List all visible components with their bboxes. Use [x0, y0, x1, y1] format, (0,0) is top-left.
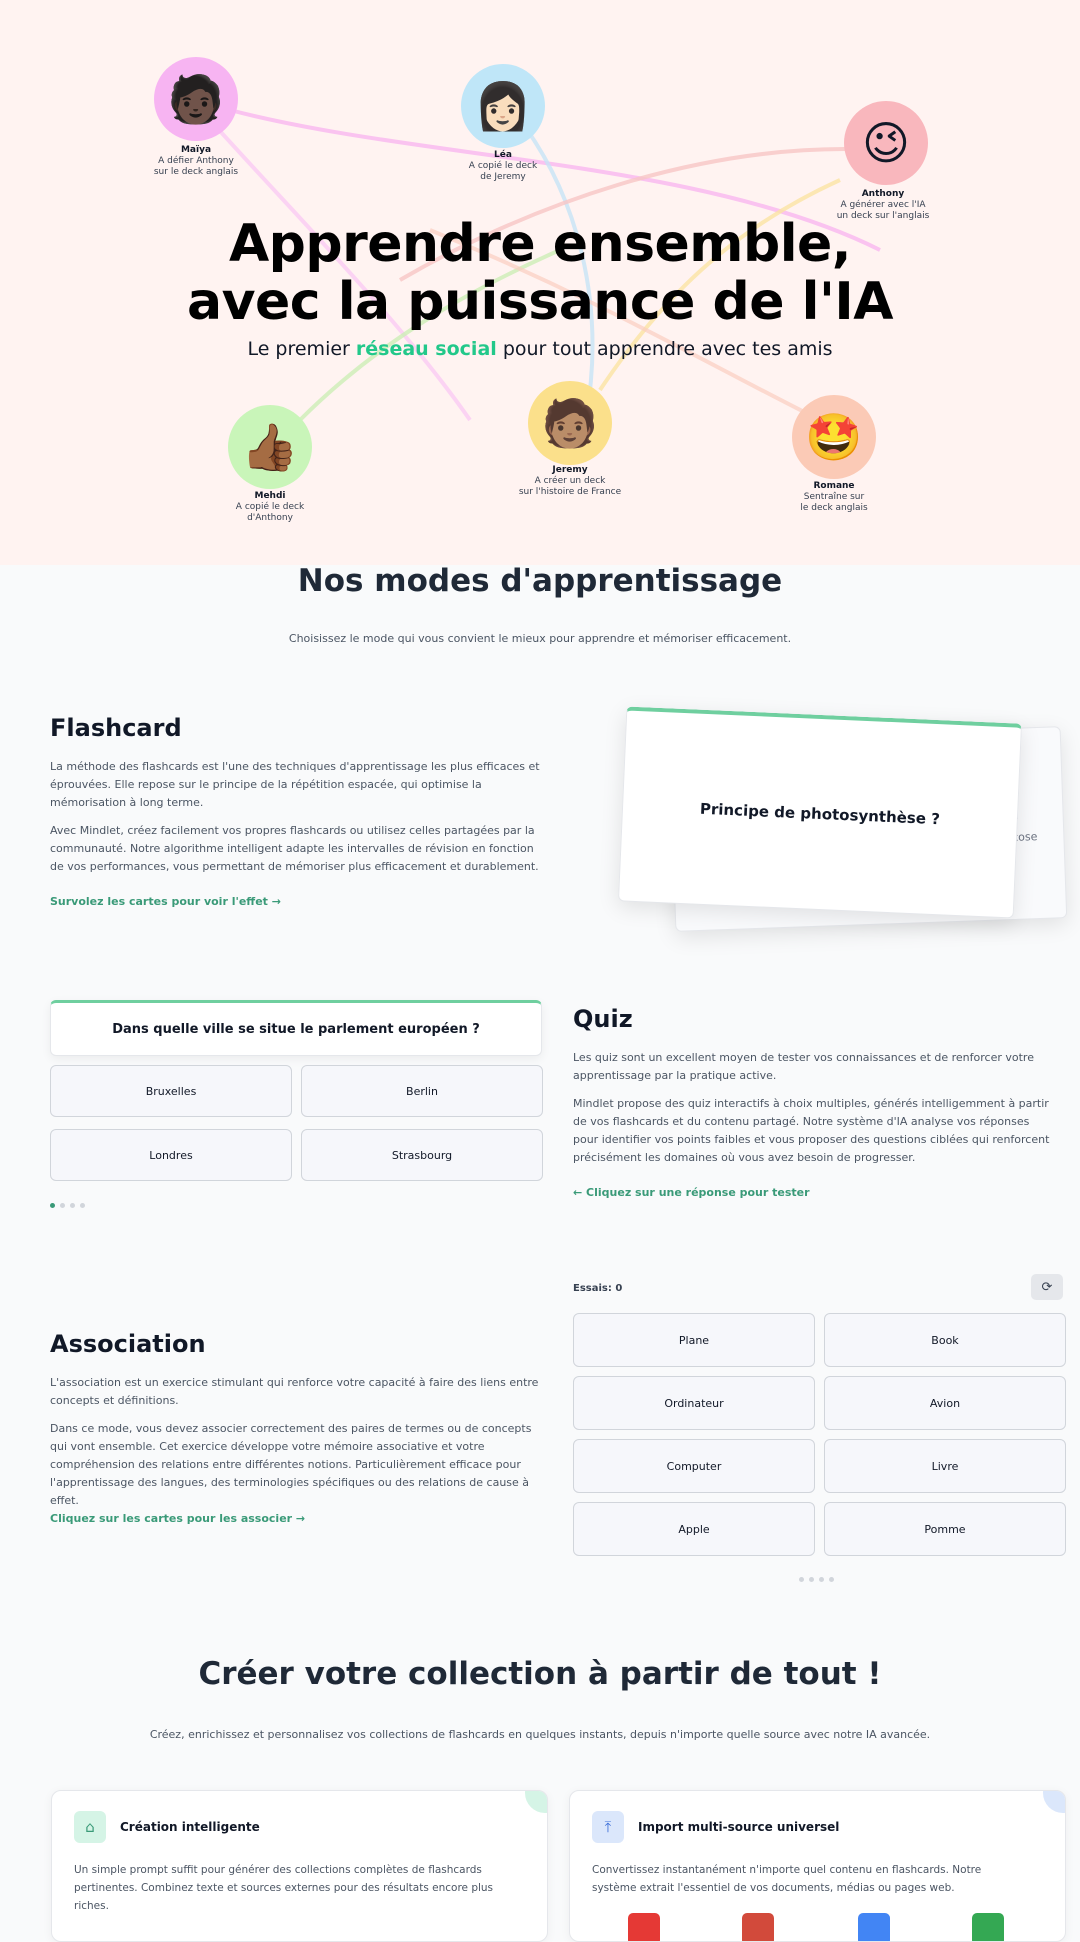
quiz-pagination-dot-active[interactable] [50, 1203, 55, 1208]
association-pagination-dot[interactable] [799, 1577, 804, 1582]
feature-card-text: Un simple prompt suffit pour générer des… [74, 1864, 494, 1912]
corner-accent [525, 1791, 547, 1813]
flashcard-paragraph: Avec Mindlet, créez facilement vos propr… [50, 824, 539, 873]
hero-section: 🧑🏿 Maïya A défier Anthony sur le deck an… [0, 0, 1080, 565]
feature-card-title: Création intelligente [120, 1820, 260, 1834]
person-activity: Sentraîne sur [803, 492, 865, 502]
association-tile[interactable]: Apple [573, 1502, 815, 1556]
quiz-cta-link[interactable]: ← Cliquez sur une réponse pour tester [573, 1186, 810, 1199]
person-caption-lea: Léa A copié le deck de Jeremy [413, 150, 593, 183]
refresh-icon: ⟳ [1041, 1279, 1053, 1295]
association-tile[interactable]: Computer [573, 1439, 815, 1493]
source-icon-web [972, 1913, 1004, 1941]
quiz-question-card: Dans quelle ville se situe le parlement … [50, 1000, 542, 1056]
quiz-option[interactable]: Londres [50, 1129, 292, 1181]
person-activity: le deck anglais [800, 503, 868, 513]
feature-card-multi-source-import: ⤒ Import multi-source universel Converti… [569, 1790, 1066, 1942]
reset-button[interactable]: ⟳ [1031, 1274, 1063, 1300]
hero-title-line: Apprendre ensemble, [228, 214, 852, 274]
hero-subtitle: Le premier réseau social pour tout appre… [0, 338, 1080, 360]
collection-description: Créez, enrichissez et personnalisez vos … [149, 1728, 931, 1741]
person-activity: d'Anthony [247, 513, 293, 523]
corner-accent [1043, 1791, 1065, 1813]
association-paragraph: Dans ce mode, vous devez associer correc… [50, 1422, 532, 1507]
memoji-avatar-mehdi-icon: 👍🏾 [241, 420, 299, 474]
person-activity: sur le deck anglais [153, 167, 239, 177]
feature-card-text: Convertissez instantanément n'importe qu… [592, 1864, 982, 1894]
hero-title-line: avec la puissance de l'IA [187, 272, 893, 332]
person-activity: A copié le deck [235, 502, 305, 512]
association-pagination-dot[interactable] [819, 1577, 824, 1582]
person-name: Léa [494, 150, 512, 160]
association-tile[interactable]: Book [824, 1313, 1066, 1367]
robot-icon: ⌂ [74, 1811, 106, 1843]
person-caption-maiya: Maïya A défier Anthony sur le deck angla… [106, 145, 286, 178]
association-tile[interactable]: Livre [824, 1439, 1066, 1493]
memoji-avatar-romane-icon: 🤩 [805, 410, 863, 464]
memoji-avatar-maiya-icon: 🧑🏿 [167, 72, 225, 126]
memoji-avatar-anthony-icon: 😉 [862, 116, 910, 170]
upload-icon: ⤒ [592, 1811, 624, 1843]
source-icon-pdf [628, 1913, 660, 1941]
quiz-paragraph: Mindlet propose des quiz interactifs à c… [573, 1097, 1050, 1164]
person-name: Romane [813, 481, 855, 491]
association-pagination-dot[interactable] [809, 1577, 814, 1582]
person-activity: de Jeremy [480, 172, 526, 182]
modes-title: Nos modes d'apprentissage [297, 563, 783, 599]
memoji-avatar-lea-icon: 👩🏻 [474, 79, 532, 133]
association-tile[interactable]: Avion [824, 1376, 1066, 1430]
person-activity: sur l'histoire de France [518, 487, 622, 497]
association-cta-link[interactable]: Cliquez sur les cartes pour les associer… [50, 1512, 305, 1525]
flashcard-front-card[interactable]: Principe de photosynthèse ? [617, 706, 1023, 919]
association-title: Association [50, 1330, 206, 1358]
avatar-mehdi: 👍🏾 [228, 405, 312, 489]
subtitle-text: Le premier [247, 338, 356, 360]
quiz-pagination-dot[interactable] [70, 1203, 75, 1208]
source-icon-media [742, 1913, 774, 1941]
association-tile[interactable]: Pomme [824, 1502, 1066, 1556]
subtitle-highlight: réseau social [355, 338, 497, 360]
avatar-lea: 👩🏻 [461, 64, 545, 148]
modes-description: Choisissez le mode qui vous convient le … [288, 632, 792, 645]
person-name: Anthony [861, 189, 905, 199]
quiz-pagination-dot[interactable] [80, 1203, 85, 1208]
hero-title: Apprendre ensemble, avec la puissance de… [0, 215, 1080, 331]
feature-card-title: Import multi-source universel [638, 1820, 840, 1834]
flashcard-title: Flashcard [50, 714, 182, 742]
association-paragraph: L'association est un exercice stimulant … [50, 1376, 539, 1407]
person-name: Mehdi [254, 491, 286, 501]
avatar-maiya: 🧑🏿 [154, 57, 238, 141]
feature-card-smart-creation: ⌂ Création intelligente Un simple prompt… [51, 1790, 548, 1942]
avatar-anthony: 😉 [844, 101, 928, 185]
association-tile[interactable]: Plane [573, 1313, 815, 1367]
person-activity: A générer avec l'IA [840, 200, 926, 210]
quiz-question: Dans quelle ville se situe le parlement … [112, 1021, 480, 1037]
source-icon-doc [858, 1913, 890, 1941]
person-activity: A copié le deck [468, 161, 538, 171]
subtitle-text: pour tout apprendre avec tes amis [496, 338, 833, 360]
person-name: Jeremy [552, 465, 588, 475]
quiz-option[interactable]: Berlin [301, 1065, 543, 1117]
collection-title: Créer votre collection à partir de tout … [198, 1656, 882, 1692]
quiz-paragraph: Les quiz sont un excellent moyen de test… [573, 1051, 1034, 1082]
person-name: Maïya [180, 145, 212, 155]
flashcard-paragraph: La méthode des flashcards est l'une des … [50, 760, 540, 809]
quiz-option[interactable]: Bruxelles [50, 1065, 292, 1117]
avatar-romane: 🤩 [792, 395, 876, 479]
person-activity: A défier Anthony [158, 156, 234, 166]
person-activity: A créer un deck [534, 476, 606, 486]
association-pagination-dot[interactable] [829, 1577, 834, 1582]
person-caption-romane: Romane Sentraîne sur le deck anglais [744, 481, 924, 514]
flashcard-question: Principe de photosynthèse ? [699, 799, 941, 829]
person-caption-mehdi: Mehdi A copié le deck d'Anthony [180, 491, 360, 524]
memoji-avatar-jeremy-icon: 🧑🏽 [541, 396, 599, 450]
avatar-jeremy: 🧑🏽 [528, 381, 612, 465]
tries-counter: Essais: 0 [573, 1283, 623, 1294]
person-caption-jeremy: Jeremy A créer un deck sur l'histoire de… [480, 465, 660, 498]
quiz-title: Quiz [573, 1005, 633, 1033]
association-tile[interactable]: Ordinateur [573, 1376, 815, 1430]
flashcard-cta-link[interactable]: Survolez les cartes pour voir l'effet → [50, 895, 281, 908]
quiz-pagination-dot[interactable] [60, 1203, 65, 1208]
quiz-option[interactable]: Strasbourg [301, 1129, 543, 1181]
